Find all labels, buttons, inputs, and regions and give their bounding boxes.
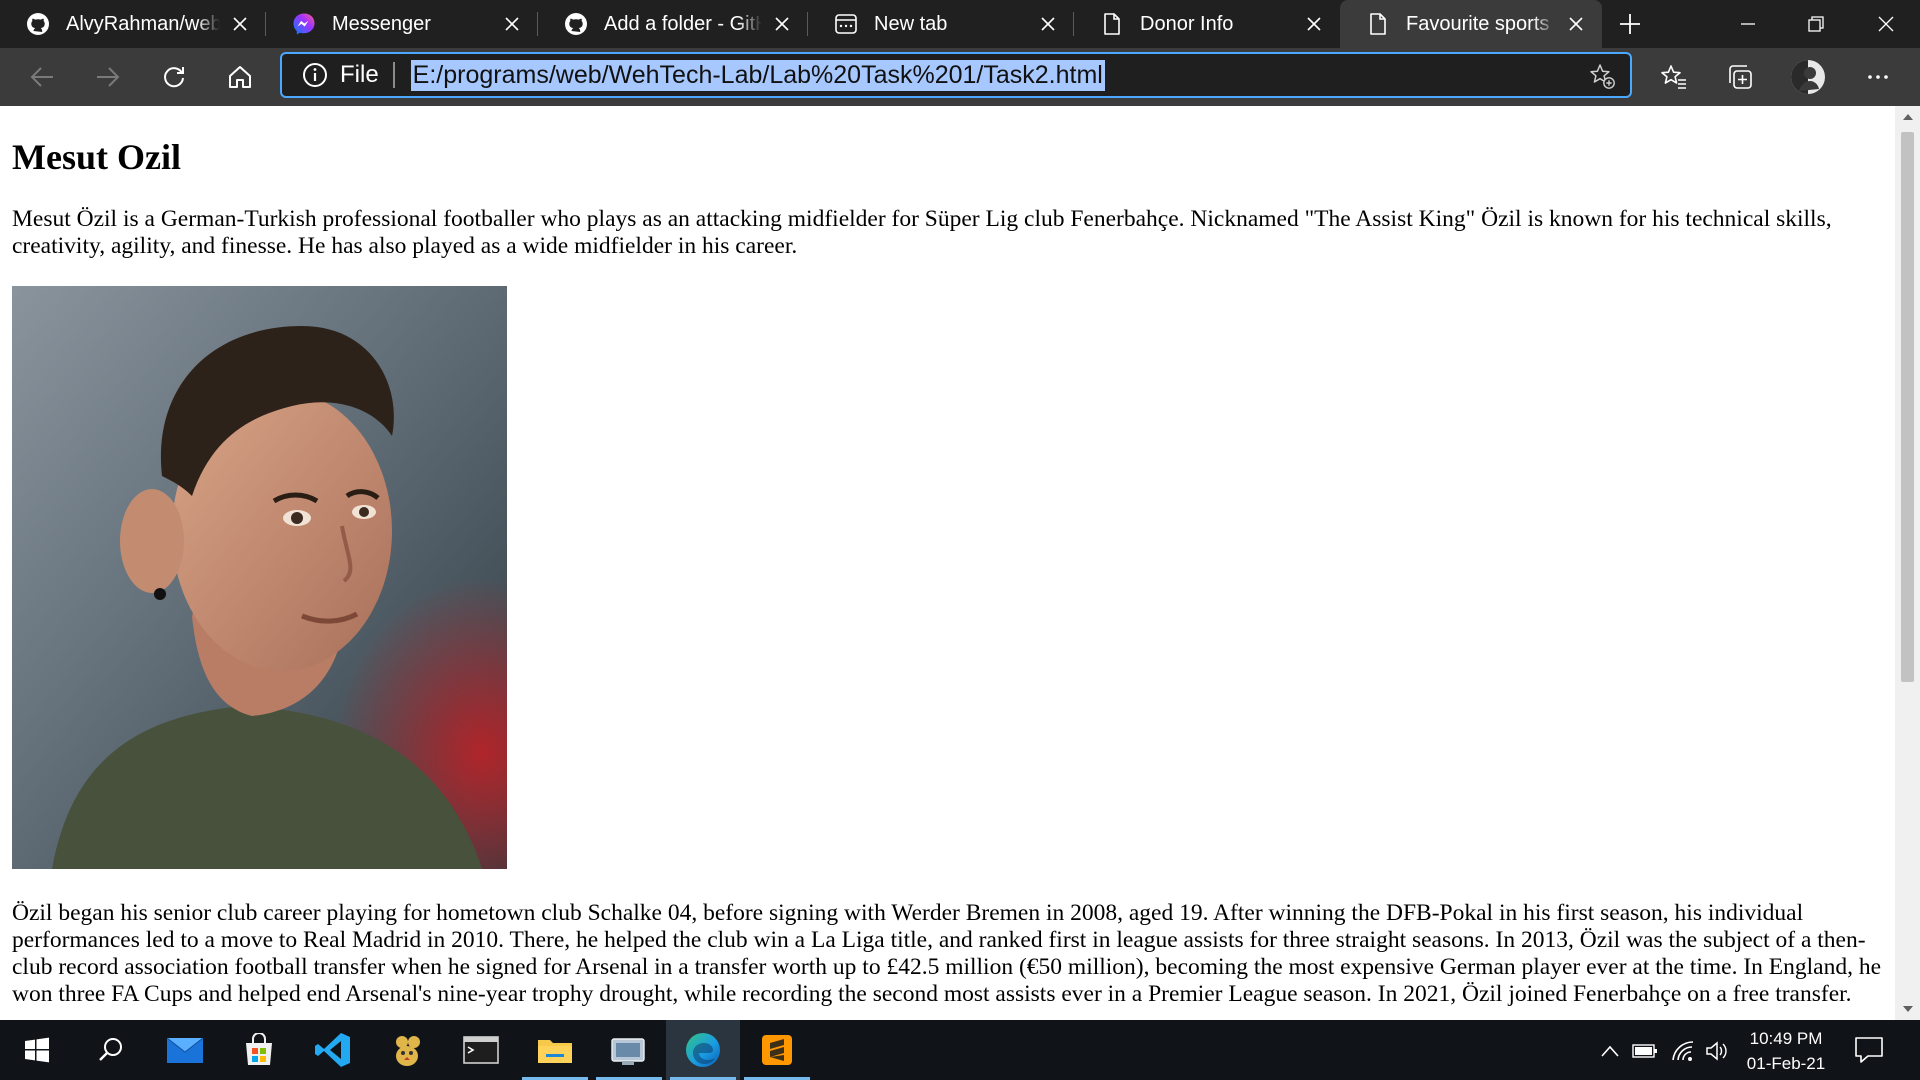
notification-center-icon[interactable] xyxy=(1852,1034,1886,1066)
minimize-button[interactable] xyxy=(1714,0,1782,48)
page-viewport: Mesut Ozil Mesut Özil is a German-Turkis… xyxy=(0,106,1895,1020)
scroll-down-arrow-icon[interactable] xyxy=(1895,998,1920,1020)
taskbar-remote-desktop[interactable] xyxy=(592,1020,666,1080)
github-icon xyxy=(27,13,49,35)
new-tab-page-icon xyxy=(835,14,857,34)
windows-taskbar: 10:49 PM 01-Feb-21 xyxy=(0,1020,1920,1080)
scrollbar-thumb[interactable] xyxy=(1901,132,1914,682)
forward-arrow-icon xyxy=(97,67,120,87)
page-heading: Mesut Ozil xyxy=(12,137,181,177)
close-tab-icon[interactable] xyxy=(1556,4,1596,44)
tab-github-add-folder[interactable]: Add a folder - GitHub xyxy=(538,0,808,48)
scroll-up-arrow-icon[interactable] xyxy=(1895,106,1920,128)
tab-title: Favourite sports man xyxy=(1406,12,1556,35)
avatar xyxy=(1791,60,1825,94)
file-explorer-icon xyxy=(538,1040,572,1063)
address-divider xyxy=(392,62,395,88)
home-icon xyxy=(229,66,251,88)
clock-date: 01-Feb-21 xyxy=(1746,1054,1826,1073)
tab-title: Messenger xyxy=(332,12,431,35)
tab-title: New tab xyxy=(874,12,948,35)
search-button[interactable] xyxy=(74,1020,148,1080)
more-icon xyxy=(1868,75,1888,79)
site-scheme-label: File xyxy=(340,61,379,88)
tab-strip: AlvyRahman/webtech Messenger Add a folde… xyxy=(0,0,1920,48)
back-arrow-icon xyxy=(30,67,53,87)
collections-button[interactable] xyxy=(1720,57,1760,97)
close-tab-icon[interactable] xyxy=(1028,4,1068,44)
player-portrait-image xyxy=(12,286,507,869)
add-favorite-icon[interactable] xyxy=(1588,62,1616,90)
taskbar-store[interactable] xyxy=(222,1020,296,1080)
vscode-icon xyxy=(315,1033,350,1067)
info-icon[interactable] xyxy=(302,62,328,88)
forward-button[interactable] xyxy=(88,57,128,97)
terminal-icon xyxy=(463,1036,499,1064)
refresh-button[interactable] xyxy=(154,57,194,97)
plus-icon xyxy=(1620,14,1640,34)
taskbar-mail[interactable] xyxy=(148,1020,222,1080)
browser-toolbar: File E:/programs/web/WehTech-Lab/Lab%20T… xyxy=(0,48,1920,106)
remote-desktop-icon xyxy=(611,1038,645,1065)
taskbar-vscode[interactable] xyxy=(296,1020,370,1080)
system-clock[interactable]: 10:49 PM 01-Feb-21 xyxy=(1726,1026,1846,1076)
messenger-icon xyxy=(293,13,315,35)
minimize-icon xyxy=(1741,23,1755,25)
page-icon xyxy=(1104,13,1120,35)
edge-icon xyxy=(686,1033,720,1067)
taskbar-edge[interactable] xyxy=(666,1020,740,1080)
tweeten-icon xyxy=(396,1036,420,1066)
close-icon xyxy=(1878,16,1894,32)
tab-favourite-sports-man[interactable]: Favourite sports man xyxy=(1340,0,1602,48)
address-bar[interactable]: File E:/programs/web/WehTech-Lab/Lab%20T… xyxy=(280,52,1632,98)
home-button[interactable] xyxy=(220,57,260,97)
windows-start-icon xyxy=(25,1037,49,1063)
restore-button[interactable] xyxy=(1782,0,1850,48)
settings-more-button[interactable] xyxy=(1858,57,1898,97)
taskbar-sublime-text[interactable] xyxy=(740,1020,814,1080)
close-window-button[interactable] xyxy=(1852,0,1920,48)
tab-title: AlvyRahman/webtech xyxy=(66,12,220,35)
taskbar-file-explorer[interactable] xyxy=(518,1020,592,1080)
profile-button[interactable] xyxy=(1788,57,1828,97)
page-icon xyxy=(1370,13,1386,35)
vertical-scrollbar[interactable] xyxy=(1895,106,1920,1020)
tab-messenger[interactable]: Messenger xyxy=(266,0,538,48)
tab-new-tab[interactable]: New tab xyxy=(808,0,1074,48)
tab-title: Add a folder - GitHub xyxy=(604,12,762,35)
intro-paragraph: Mesut Özil is a German-Turkish professio… xyxy=(12,206,1832,259)
tab-donor-info[interactable]: Donor Info xyxy=(1074,0,1340,48)
close-tab-icon[interactable] xyxy=(220,4,260,44)
start-button[interactable] xyxy=(0,1020,74,1080)
career-paragraph: Özil began his senior club career playin… xyxy=(12,900,1882,1007)
tab-title: Donor Info xyxy=(1140,12,1234,35)
collections-icon xyxy=(1729,65,1752,89)
taskbar-tweeten[interactable] xyxy=(370,1020,444,1080)
battery-icon[interactable] xyxy=(1632,1038,1658,1064)
sublime-text-icon xyxy=(762,1035,792,1065)
restore-icon xyxy=(1808,16,1824,32)
wifi-icon[interactable] xyxy=(1670,1038,1696,1064)
refresh-icon xyxy=(164,67,184,88)
favorites-button[interactable] xyxy=(1654,57,1694,97)
clock-time: 10:49 PM xyxy=(1749,1029,1823,1048)
close-tab-icon[interactable] xyxy=(492,4,532,44)
show-hidden-icons-chevron-icon[interactable] xyxy=(1597,1038,1623,1064)
search-icon xyxy=(99,1038,122,1061)
back-button[interactable] xyxy=(22,57,62,97)
favorites-icon xyxy=(1661,65,1686,89)
github-icon xyxy=(565,13,587,35)
close-tab-icon[interactable] xyxy=(1294,4,1334,44)
close-tab-icon[interactable] xyxy=(762,4,802,44)
mail-icon xyxy=(166,1037,204,1063)
url-text[interactable]: E:/programs/web/WehTech-Lab/Lab%20Task%2… xyxy=(410,59,1105,91)
taskbar-terminal[interactable] xyxy=(444,1020,518,1080)
new-tab-button[interactable] xyxy=(1610,4,1650,44)
tab-github-webtech[interactable]: AlvyRahman/webtech xyxy=(0,0,266,48)
store-icon xyxy=(246,1033,272,1065)
